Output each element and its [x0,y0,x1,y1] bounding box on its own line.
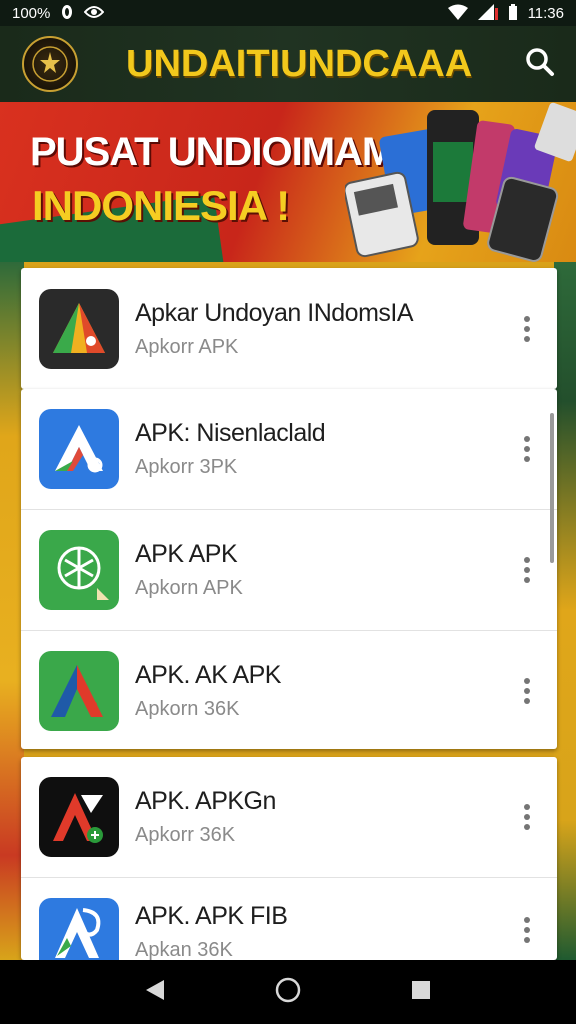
status-bar: 100% 11:36 [0,0,576,26]
clock: 11:36 [527,4,564,22]
app-icon [39,530,119,610]
app-logo-icon[interactable] [22,36,78,92]
scrollbar[interactable] [550,413,554,563]
banner-subheadline: INDONIESIA ! [32,182,290,229]
back-triangle-icon[interactable] [144,978,166,1007]
more-vert-icon[interactable] [523,678,531,704]
home-circle-icon[interactable] [274,976,302,1009]
notification-icon [60,4,74,22]
app-icon [39,898,119,960]
app-subtitle: Apkan 36K [135,939,233,960]
wifi-icon [447,4,468,22]
app-bar: UNDAITIUNDCAAA [0,26,576,102]
app-list-item[interactable]: APK. AK APK Apkorn 36K [21,631,557,749]
app-subtitle: Apkorr 3PK [135,456,238,478]
more-vert-icon[interactable] [523,436,531,462]
app-name: APK: Nisenlaclald [135,419,326,447]
app-list-item[interactable]: APK: Nisenlaclald Apkorr 3PK [21,389,557,510]
more-vert-icon[interactable] [523,557,531,583]
battery-percent: 100% [12,4,51,22]
app-icon [39,288,119,369]
promo-banner[interactable]: PUSAT UNDIOIMAMI INDONIESIA ! [0,102,576,262]
app-list-item[interactable]: Apkar Undoyan INdomsIA Apkorr APK [21,268,557,389]
app-name: APK. APK FIB [135,902,288,930]
app-icon [39,409,119,489]
signal-icon [477,4,498,22]
app-list-item[interactable]: APK. APKGn Apkorr 36K [21,757,557,878]
app-subtitle: Apkorr 36K [135,824,236,846]
background-decoration-right [554,262,576,960]
more-vert-icon[interactable] [523,315,531,342]
phones-illustration [343,102,576,262]
search-icon [525,47,555,82]
app-list-item[interactable]: APK. APK FIB Apkan 36K [21,878,557,960]
app-subtitle: Apkorr APK [135,335,239,358]
app-name: APK. APKGn [135,787,276,815]
search-button[interactable] [522,46,558,82]
app-icon [39,777,119,857]
app-card: Apkar Undoyan INdomsIA Apkorr APK [21,268,557,389]
app-subtitle: Apkorn APK [135,577,243,599]
app-list-item[interactable]: APK APK Apkorn APK [21,510,557,631]
battery-icon [508,4,518,22]
app-name: Apkar Undoyan INdomsIA [135,298,414,327]
more-vert-icon[interactable] [523,917,531,943]
app-card: APK: Nisenlaclald Apkorr 3PK APK APK Apk… [21,389,557,749]
app-name: APK APK [135,540,238,568]
app-icon [39,651,119,731]
app-name: APK. AK APK [135,661,281,689]
app-card: APK. APKGn Apkorr 36K APK. APK FIB Apkan… [21,757,557,960]
system-nav-bar [0,960,576,1024]
eye-icon [84,5,105,21]
recents-square-icon[interactable] [410,979,432,1006]
app-subtitle: Apkorn 36K [135,698,240,720]
app-title: UNDAITIUNDCAAA [126,42,473,85]
more-vert-icon[interactable] [523,804,531,830]
